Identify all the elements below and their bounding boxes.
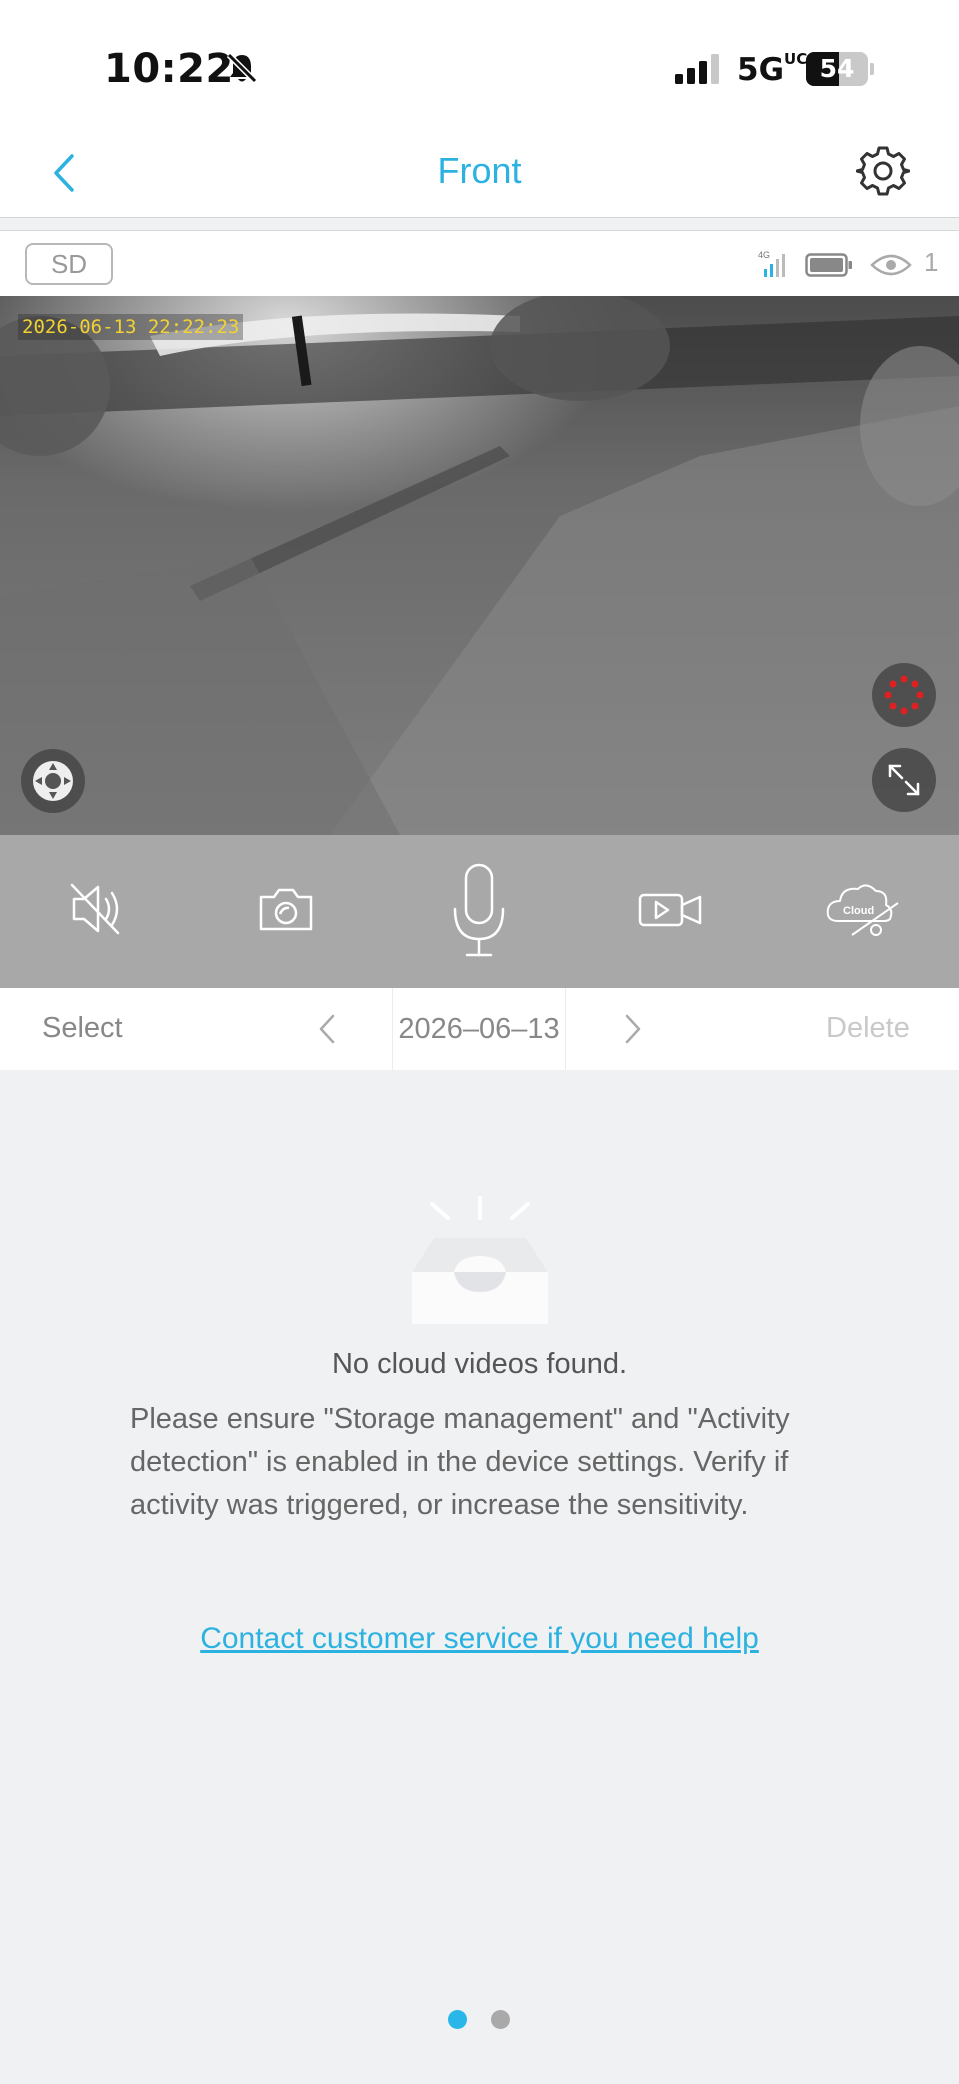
status-time: 10:22 — [104, 46, 234, 92]
cloud-button[interactable]: Cloud — [814, 859, 914, 959]
page-dot-active[interactable] — [448, 2010, 467, 2029]
snapshot-button[interactable] — [236, 859, 336, 959]
sd-card-badge[interactable]: SD — [25, 243, 113, 285]
video-timestamp: 2026-06-13 22:22:23 — [18, 314, 244, 340]
battery-level: 54 — [819, 54, 855, 83]
video-frame — [0, 296, 959, 835]
date-bar: Select 2026–06–13 Delete — [0, 988, 959, 1070]
gear-icon[interactable] — [856, 144, 910, 198]
page-indicator — [448, 2010, 512, 2030]
customer-service-link[interactable]: Contact customer service if you need hel… — [0, 1622, 959, 1656]
empty-title: No cloud videos found. — [331, 1348, 628, 1380]
fullscreen-button[interactable] — [872, 748, 936, 812]
chevron-right-icon[interactable] — [618, 1010, 648, 1048]
svg-text:4G: 4G — [758, 250, 770, 260]
viewer-count: 1 — [924, 247, 939, 277]
speaker-muted-icon — [70, 883, 120, 935]
bell-muted-icon — [226, 52, 258, 84]
video-camera-icon — [638, 893, 702, 927]
empty-description: Please ensure "Storage management" and "… — [130, 1403, 790, 1521]
select-button[interactable]: Select — [42, 1012, 123, 1045]
record-button[interactable] — [620, 859, 720, 959]
svg-text:Cloud: Cloud — [843, 905, 874, 917]
empty-tray-icon — [412, 1196, 548, 1324]
microphone-icon — [453, 863, 505, 957]
talk-button[interactable] — [429, 859, 529, 959]
page-dot[interactable] — [491, 2010, 510, 2029]
camera-info-bar: SD 4G 1 — [0, 230, 959, 296]
camera-battery-icon — [805, 253, 852, 277]
network-type: 5GUC — [737, 50, 808, 89]
recording-indicator[interactable] — [872, 663, 936, 727]
expand-icon — [888, 764, 920, 796]
chevron-left-icon[interactable] — [312, 1010, 342, 1048]
cloud-off-icon: Cloud — [826, 884, 899, 936]
record-dots-icon — [884, 675, 924, 715]
ptz-control-icon[interactable] — [20, 748, 86, 814]
page-title: Front — [437, 150, 522, 191]
date-display[interactable]: 2026–06–13 — [392, 988, 566, 1070]
cell-signal-icon — [675, 54, 719, 84]
eye-icon — [870, 254, 912, 276]
battery-icon: 54 — [806, 52, 874, 86]
camera-icon — [259, 888, 313, 931]
status-bar: 10:22 5GUC 54 — [0, 0, 959, 130]
live-video[interactable]: 2026-06-13 22:22:23 — [0, 296, 959, 835]
delete-button[interactable]: Delete — [826, 1012, 910, 1045]
header: Front — [0, 130, 959, 218]
control-bar: Cloud — [0, 835, 959, 988]
camera-signal-icon: 4G — [758, 250, 785, 277]
mute-button[interactable] — [46, 859, 146, 959]
